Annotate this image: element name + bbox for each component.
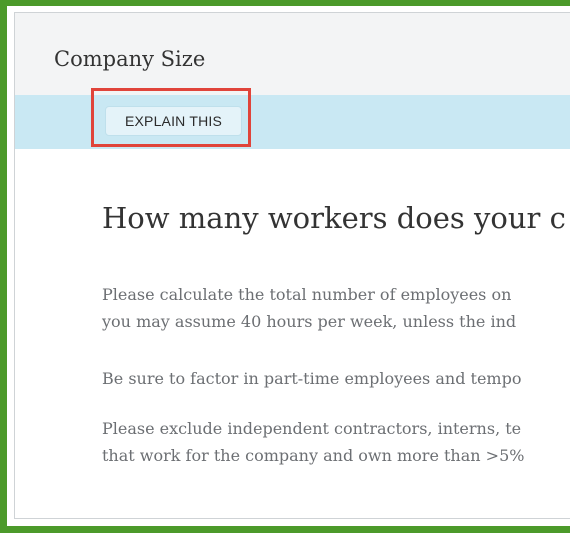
instruction-paragraph-1: Please calculate the total number of emp… [102, 281, 516, 335]
paragraph-line: Please exclude independent contractors, … [102, 419, 522, 438]
instruction-paragraph-3: Please exclude independent contractors, … [102, 415, 524, 469]
paragraph-line: Please calculate the total number of emp… [102, 285, 512, 304]
card-header: Company Size [15, 13, 570, 95]
instruction-paragraph-2: Be sure to factor in part-time employees… [102, 365, 521, 392]
explain-this-button[interactable]: EXPLAIN THIS [105, 106, 242, 136]
question-heading: How many workers does your c [102, 201, 566, 235]
paragraph-line: you may assume 40 hours per week, unless… [102, 312, 517, 331]
paragraph-line: that work for the company and own more t… [102, 446, 525, 465]
section-title: Company Size [54, 47, 206, 71]
paragraph-line: Be sure to factor in part-time employees… [102, 369, 522, 388]
green-frame: Company Size EXPLAIN THIS How many worke… [0, 0, 570, 533]
question-card: Company Size EXPLAIN THIS How many worke… [14, 12, 570, 519]
